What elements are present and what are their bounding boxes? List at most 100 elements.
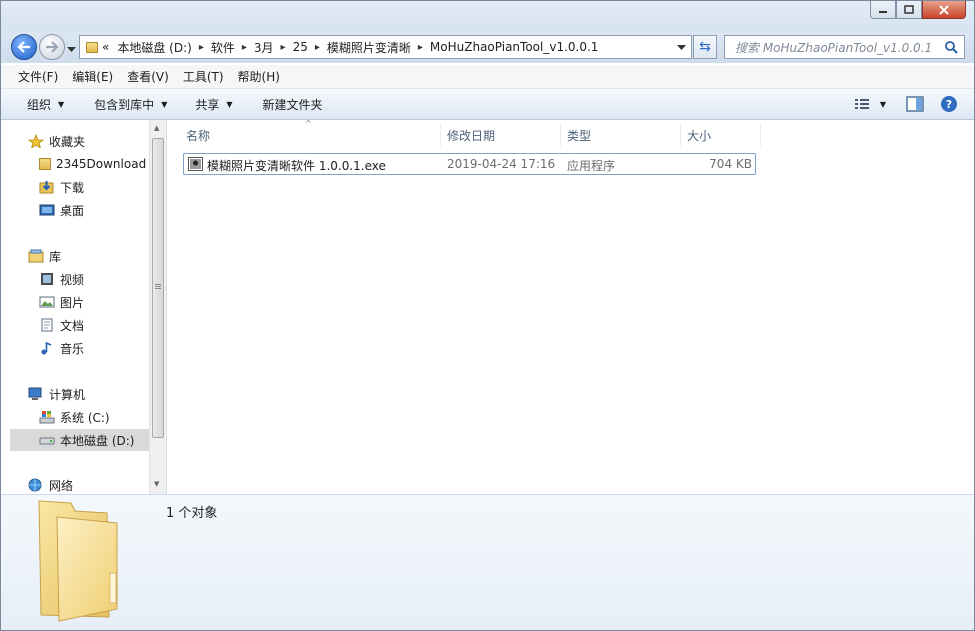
column-header-name[interactable]: 名称 (180, 124, 441, 146)
share-label: 共享 (195, 97, 220, 112)
navigation-pane: 收藏夹 2345Downloads 下载 桌面 库 视频 图片 文档 音乐 计算… (1, 120, 167, 494)
minimize-button[interactable] (870, 1, 896, 19)
preview-pane-icon[interactable] (906, 96, 924, 112)
title-bar[interactable] (1, 1, 974, 31)
network-icon (28, 478, 42, 492)
breadcrumb-separator-icon[interactable]: ▸ (199, 42, 204, 53)
video-icon (41, 273, 53, 285)
breadcrumb-item[interactable]: 模糊照片变清晰 (327, 39, 411, 56)
search-input[interactable]: 搜索 MoHuZhaoPianTool_v1.0.0.1 (725, 39, 944, 56)
window-controls (870, 1, 966, 19)
nav-network[interactable]: 网络 (28, 474, 73, 496)
breadcrumb-item[interactable]: 3月 (254, 39, 274, 56)
folder-icon (86, 41, 98, 53)
breadcrumb-item[interactable]: 本地磁盘 (D:) (117, 39, 191, 56)
breadcrumb-separator-icon[interactable]: ▸ (242, 42, 247, 53)
nav-scrollbar[interactable]: ▲ ▼ (149, 120, 166, 494)
menu-file[interactable]: 文件(F) (18, 68, 58, 85)
chevron-down-icon (677, 45, 686, 50)
minimize-icon (879, 10, 887, 13)
explorer-window: « 本地磁盘 (D:) ▸ 软件 ▸ 3月 ▸ 25 ▸ 模糊照片变清晰 ▸ MoHuZh… (0, 0, 975, 631)
nav-item-label: 桌面 (60, 203, 85, 218)
search-box[interactable]: 搜索 MoHuZhaoPianTool_v1.0.0.1 (724, 35, 965, 59)
back-arrow-icon (17, 41, 30, 53)
nav-item-label: 图片 (60, 295, 85, 310)
nav-libraries[interactable]: 库 (28, 245, 61, 267)
library-icon (28, 249, 44, 263)
close-button[interactable] (922, 1, 966, 19)
refresh-icon: ⇆ (699, 39, 711, 55)
maximize-icon (904, 5, 914, 14)
refresh-button[interactable]: ⇆ (693, 35, 717, 59)
nav-network-label: 网络 (49, 478, 74, 493)
breadcrumb-separator-icon[interactable]: ▸ (418, 42, 423, 53)
help-icon[interactable]: ? (940, 95, 958, 113)
maximize-button[interactable] (896, 1, 922, 19)
star-icon (28, 134, 44, 148)
menu-bar: 文件(F) 编辑(E) 查看(V) 工具(T) 帮助(H) (1, 65, 974, 89)
address-history-dropdown[interactable] (677, 40, 686, 54)
organize-button[interactable]: 组织 ▼ (27, 96, 64, 113)
svg-text:?: ? (946, 98, 952, 111)
new-folder-button[interactable]: 新建文件夹 (263, 96, 323, 113)
picture-icon (39, 296, 55, 308)
menu-view[interactable]: 查看(V) (127, 68, 169, 85)
forward-arrow-icon (46, 41, 59, 53)
nav-item-label: 视频 (60, 272, 85, 287)
include-in-library-button[interactable]: 包含到库中 ▼ (94, 96, 167, 113)
nav-item-music[interactable]: 音乐 (39, 337, 84, 359)
column-header-label: 修改日期 (447, 128, 496, 143)
menu-tools[interactable]: 工具(T) (183, 68, 224, 85)
file-name[interactable]: 模糊照片变清晰软件 1.0.0.1.exe (207, 157, 386, 174)
chevron-down-icon: ▼ (226, 99, 233, 109)
column-header-label: 大小 (687, 128, 712, 143)
file-modified: 2019-04-24 17:16 (447, 157, 556, 171)
close-icon (939, 4, 949, 15)
back-button[interactable] (11, 34, 37, 60)
chevron-down-icon: ▼ (58, 99, 65, 109)
chevron-down-icon[interactable]: ▼ (880, 100, 886, 109)
nav-favorites[interactable]: 收藏夹 (28, 130, 85, 152)
nav-item-downloads[interactable]: 下载 (39, 176, 84, 198)
scroll-thumb[interactable] (152, 138, 164, 438)
column-header-modified[interactable]: 修改日期 (441, 124, 561, 146)
nav-item-label: 音乐 (60, 341, 85, 356)
forward-button[interactable] (39, 34, 65, 60)
nav-item-desktop[interactable]: 桌面 (39, 199, 84, 221)
nav-item-drive-c[interactable]: 系统 (C:) (39, 406, 110, 428)
file-row[interactable]: 模糊照片变清晰软件 1.0.0.1.exe 2019-04-24 17:16 应… (183, 153, 756, 175)
breadcrumb-item[interactable]: 软件 (211, 39, 235, 56)
breadcrumb-item[interactable]: MoHuZhaoPianTool_v1.0.0.1 (430, 40, 599, 54)
system-drive-icon (39, 411, 55, 424)
file-list-pane[interactable]: ^ 名称 修改日期 类型 大小 模糊照片变清晰软件 1.0.0.1.exe 20… (167, 119, 974, 494)
nav-item-2345downloads[interactable]: 2345Downloads (39, 153, 146, 175)
nav-item-pictures[interactable]: 图片 (39, 291, 84, 313)
menu-help[interactable]: 帮助(H) (238, 68, 280, 85)
music-icon (41, 341, 52, 355)
column-header-size[interactable]: 大小 (681, 124, 761, 146)
breadcrumb-separator-icon[interactable]: ▸ (315, 42, 320, 53)
chevron-down-icon (67, 47, 76, 52)
address-overflow[interactable]: « (102, 40, 109, 54)
nav-computer[interactable]: 计算机 (28, 383, 85, 405)
drive-icon (39, 437, 55, 445)
recent-pages-dropdown[interactable] (67, 42, 76, 56)
share-button[interactable]: 共享 ▼ (195, 96, 232, 113)
nav-item-label: 下载 (60, 180, 85, 195)
nav-item-drive-d[interactable]: 本地磁盘 (D:) (10, 429, 158, 451)
search-icon[interactable] (944, 40, 958, 54)
menu-edit[interactable]: 编辑(E) (72, 68, 113, 85)
breadcrumb-item[interactable]: 25 (293, 40, 308, 54)
scroll-up-icon[interactable]: ▲ (154, 124, 159, 132)
column-header-type[interactable]: 类型 (561, 124, 681, 146)
organize-label: 组织 (27, 97, 52, 112)
breadcrumb-separator-icon[interactable]: ▸ (281, 42, 286, 53)
nav-item-documents[interactable]: 文档 (39, 314, 84, 336)
nav-item-label: 2345Downloads (56, 157, 146, 171)
view-mode-icon[interactable] (854, 97, 870, 111)
navigation-row: « 本地磁盘 (D:) ▸ 软件 ▸ 3月 ▸ 25 ▸ 模糊照片变清晰 ▸ MoHuZh… (1, 31, 974, 63)
nav-item-videos[interactable]: 视频 (39, 268, 84, 290)
address-bar[interactable]: « 本地磁盘 (D:) ▸ 软件 ▸ 3月 ▸ 25 ▸ 模糊照片变清晰 ▸ MoHuZh… (79, 35, 692, 59)
view-controls: ▼ ? (854, 95, 958, 113)
scroll-down-icon[interactable]: ▼ (154, 480, 159, 488)
